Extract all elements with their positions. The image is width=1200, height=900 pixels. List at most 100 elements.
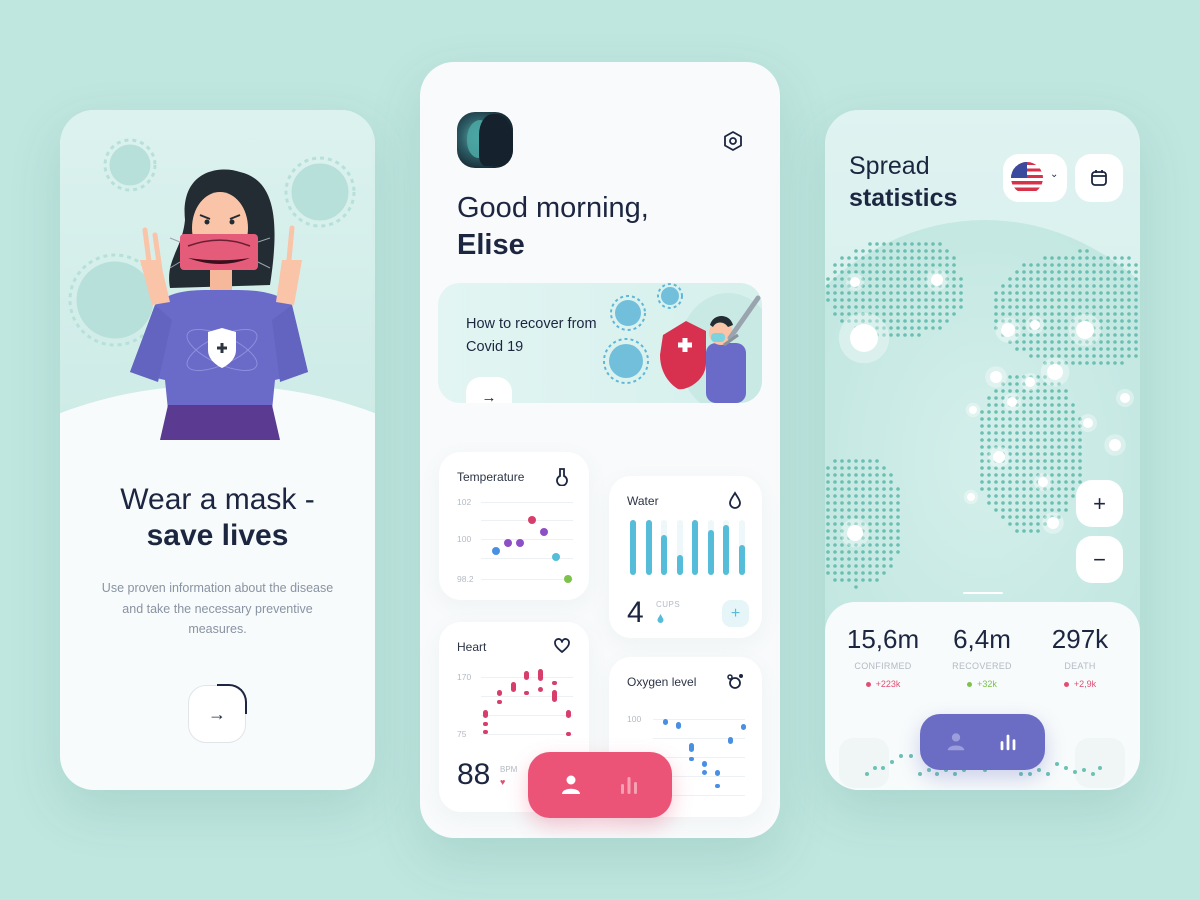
map-dot	[1092, 256, 1096, 260]
settings-icon[interactable]	[722, 130, 744, 152]
map-dot	[931, 326, 935, 330]
map-dot	[980, 445, 984, 449]
map-dot	[1008, 417, 1012, 421]
title-line-2: save lives	[146, 519, 289, 552]
map-dot	[1071, 263, 1075, 267]
map-dot	[1113, 361, 1117, 365]
water-bar	[738, 544, 745, 575]
map-dot	[903, 291, 907, 295]
gridline	[481, 696, 573, 697]
avatar[interactable]	[457, 112, 513, 168]
recover-banner[interactable]: How to recover from Covid 19 →	[438, 283, 762, 403]
map-dot	[889, 319, 893, 323]
map-dot	[882, 263, 886, 267]
map-dot	[1015, 445, 1019, 449]
profile-nav-button[interactable]	[558, 772, 584, 798]
hotspot[interactable]	[1120, 393, 1130, 403]
hotspot[interactable]	[850, 324, 878, 352]
temperature-card[interactable]: Temperature 102 100 98.2	[439, 452, 589, 600]
hotspot[interactable]	[1030, 320, 1040, 330]
water-bar	[692, 520, 698, 575]
zoom-out-button[interactable]: −	[1076, 536, 1123, 583]
map-dot	[1050, 508, 1054, 512]
map-dot	[1022, 340, 1026, 344]
map-dot	[1050, 424, 1054, 428]
map-dot	[847, 298, 851, 302]
map-dot	[889, 557, 893, 561]
map-dot	[1120, 326, 1124, 330]
map-dot	[840, 501, 844, 505]
map-dot	[1071, 452, 1075, 456]
map-dot	[896, 508, 900, 512]
map-dot	[1057, 340, 1061, 344]
next-button[interactable]: →	[188, 684, 247, 743]
hotspot[interactable]	[969, 406, 977, 414]
map-dot	[833, 263, 837, 267]
map-dot	[1064, 403, 1068, 407]
hotspot[interactable]	[1038, 477, 1048, 487]
hotspot[interactable]	[1047, 364, 1063, 380]
map-dot	[1022, 452, 1026, 456]
zoom-in-button[interactable]: +	[1076, 480, 1123, 527]
hotspot[interactable]	[990, 371, 1002, 383]
map-dot	[889, 263, 893, 267]
cups-unit: CUPS	[656, 600, 681, 609]
hotspot[interactable]	[967, 493, 975, 501]
heart-title: Heart	[457, 640, 487, 654]
map-dot	[840, 312, 844, 316]
map-dot	[1050, 459, 1054, 463]
map-dot	[1029, 424, 1033, 428]
map-dot	[910, 326, 914, 330]
map-dot	[875, 494, 879, 498]
map-dot	[1134, 284, 1138, 288]
map-dot	[889, 333, 893, 337]
map-dot	[833, 515, 837, 519]
map-dot	[1064, 473, 1068, 477]
map-dot	[833, 578, 837, 582]
profile-nav-button[interactable]	[944, 730, 968, 754]
map-dot	[1008, 480, 1012, 484]
map-dot	[1036, 270, 1040, 274]
map-dot	[1064, 466, 1068, 470]
stats-nav-button[interactable]	[996, 730, 1020, 754]
map-dot	[994, 494, 998, 498]
map-dot	[833, 305, 837, 309]
map-dot	[889, 473, 893, 477]
map-dot	[840, 277, 844, 281]
hotspot[interactable]	[847, 525, 863, 541]
hotspot[interactable]	[850, 277, 860, 287]
map-dot	[847, 571, 851, 575]
hotspot[interactable]	[1109, 439, 1121, 451]
calendar-button[interactable]	[1075, 154, 1123, 202]
add-cup-button[interactable]: +	[722, 600, 749, 627]
hotspot[interactable]	[1083, 418, 1093, 428]
map-dot	[1036, 403, 1040, 407]
hotspot[interactable]	[1025, 377, 1035, 387]
map-dot	[1078, 263, 1082, 267]
hotspot[interactable]	[1076, 321, 1094, 339]
map-dot	[1057, 277, 1061, 281]
water-card[interactable]: Water 4 CUPS +	[609, 476, 762, 638]
country-selector[interactable]: ⌄	[1003, 154, 1067, 202]
stats-nav-button[interactable]	[616, 772, 642, 798]
onboarding-screen: Wear a mask - save lives Use proven info…	[60, 110, 375, 790]
hotspot[interactable]	[1001, 323, 1015, 337]
map-dot	[1085, 291, 1089, 295]
map-dot	[1092, 263, 1096, 267]
drag-handle[interactable]	[963, 592, 1003, 594]
map-dot	[1008, 291, 1012, 295]
map-dot	[868, 515, 872, 519]
hotspot[interactable]	[993, 451, 1005, 463]
map-dot	[1008, 501, 1012, 505]
map-dot	[1001, 501, 1005, 505]
map-dot	[1043, 494, 1047, 498]
map-dot	[917, 270, 921, 274]
hotspot[interactable]	[1047, 517, 1059, 529]
map-dot	[1106, 298, 1110, 302]
map-dot	[910, 284, 914, 288]
hotspot[interactable]	[1007, 397, 1017, 407]
banner-arrow-button[interactable]: →	[466, 377, 512, 403]
map-dot	[1106, 312, 1110, 316]
map-dot	[882, 564, 886, 568]
hotspot[interactable]	[931, 274, 943, 286]
